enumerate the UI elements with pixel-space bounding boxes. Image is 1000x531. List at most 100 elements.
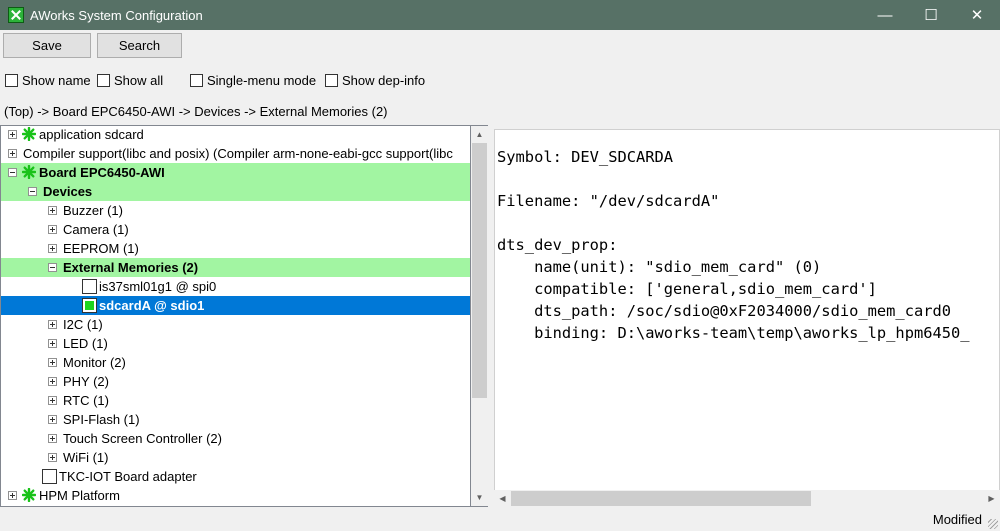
expand-plus-icon[interactable] xyxy=(8,130,17,139)
tree-row-label: Camera (1) xyxy=(63,222,129,237)
detail-line: compatible: ['general,sdio_mem_card'] xyxy=(497,280,877,298)
tree-row-label: Touch Screen Controller (2) xyxy=(63,431,222,446)
option-label: Single-menu mode xyxy=(207,72,317,88)
tree-row[interactable]: I2C (1) xyxy=(1,315,470,334)
scroll-up-arrow-icon[interactable]: ▲ xyxy=(471,126,488,143)
tree-row-label: is37sml01g1 @ spi0 xyxy=(99,279,217,294)
tree-row[interactable]: EEPROM (1) xyxy=(1,239,470,258)
expand-plus-icon[interactable] xyxy=(48,339,57,348)
detail-line xyxy=(497,168,970,190)
menu-star-icon xyxy=(21,164,37,180)
expand-plus-icon[interactable] xyxy=(48,396,57,405)
detail-line: Filename: "/dev/sdcardA" xyxy=(497,192,720,210)
expand-plus-icon[interactable] xyxy=(48,358,57,367)
tree-row[interactable]: Board EPC6450-AWI xyxy=(1,163,470,182)
resize-grip-icon[interactable] xyxy=(988,519,998,529)
details-horizontal-scrollbar[interactable]: ◀ ▶ xyxy=(494,490,1000,507)
expand-plus-icon[interactable] xyxy=(8,149,17,158)
option-label: Show all xyxy=(114,72,164,88)
search-button[interactable]: Search xyxy=(97,33,182,58)
checkbox-box[interactable] xyxy=(190,73,203,87)
expand-plus-icon[interactable] xyxy=(48,434,57,443)
tree-row[interactable]: Touch Screen Controller (2) xyxy=(1,429,470,448)
close-button[interactable]: ✕ xyxy=(954,0,1000,30)
show-name-checkbox[interactable]: Show name xyxy=(5,71,91,89)
checked-checkbox-icon[interactable] xyxy=(82,298,97,313)
maximize-button[interactable]: ☐ xyxy=(908,0,954,30)
status-text: Modified xyxy=(932,512,982,527)
scroll-left-arrow-icon[interactable]: ◀ xyxy=(494,490,511,507)
tree-row[interactable]: is37sml01g1 @ spi0 xyxy=(1,277,470,296)
checkbox-box[interactable] xyxy=(325,73,338,87)
option-label: Show dep-info xyxy=(342,72,426,88)
single-menu-mode-checkbox[interactable]: Single-menu mode xyxy=(190,71,316,89)
tree-row[interactable]: HPM Platform xyxy=(1,486,470,505)
tree-row[interactable]: TKC-IOT Board adapter xyxy=(1,467,470,486)
show-dep-info-checkbox[interactable]: Show dep-info xyxy=(325,71,425,89)
expand-plus-icon[interactable] xyxy=(48,377,57,386)
tree-row-label: Buzzer (1) xyxy=(63,203,123,218)
show-all-checkbox[interactable]: Show all xyxy=(97,71,163,89)
tree-row[interactable]: LED (1) xyxy=(1,334,470,353)
tree-row-label: Monitor (2) xyxy=(63,355,126,370)
detail-line xyxy=(497,212,970,234)
scroll-thumb[interactable] xyxy=(511,491,811,506)
checkbox-box[interactable] xyxy=(5,73,18,87)
symbol-details-pane[interactable]: Symbol: DEV_SDCARDA Filename: "/dev/sdca… xyxy=(494,129,1000,507)
tree-row[interactable]: Buzzer (1) xyxy=(1,201,470,220)
collapse-minus-icon[interactable] xyxy=(48,263,57,272)
tree-row-label: WiFi (1) xyxy=(63,450,109,465)
tree-row[interactable]: application sdcard xyxy=(1,126,470,144)
tree-row[interactable]: WiFi (1) xyxy=(1,448,470,467)
expand-plus-icon[interactable] xyxy=(48,415,57,424)
tree-row[interactable]: Monitor (2) xyxy=(1,353,470,372)
expand-plus-icon[interactable] xyxy=(48,206,57,215)
tree-row-label: External Memories (2) xyxy=(63,260,199,275)
scroll-right-arrow-icon[interactable]: ▶ xyxy=(983,490,1000,507)
scroll-thumb[interactable] xyxy=(472,143,487,398)
title-bar: AWorks System Configuration — ☐ ✕ xyxy=(0,0,1000,30)
collapse-minus-icon[interactable] xyxy=(8,168,17,177)
window-title: AWorks System Configuration xyxy=(30,7,203,23)
tree-row-label: application sdcard xyxy=(39,127,144,142)
checkbox-icon[interactable] xyxy=(42,469,57,484)
tree-row[interactable]: PHY (2) xyxy=(1,372,470,391)
tree-row-label: RTC (1) xyxy=(63,393,109,408)
menu-star-icon xyxy=(21,487,37,503)
detail-line: name(unit): "sdio_mem_card" (0) xyxy=(497,258,822,276)
minimize-button[interactable]: — xyxy=(862,0,908,30)
tree-vertical-scrollbar[interactable]: ▲ ▼ xyxy=(471,125,488,507)
scroll-down-arrow-icon[interactable]: ▼ xyxy=(471,489,488,506)
tree-row-label: EEPROM (1) xyxy=(63,241,139,256)
tree-row[interactable]: Camera (1) xyxy=(1,220,470,239)
detail-line: binding: D:\aworks-team\temp\aworks_lp_h… xyxy=(497,324,970,342)
expand-plus-icon[interactable] xyxy=(48,453,57,462)
detail-line: dts_dev_prop: xyxy=(497,236,618,254)
expand-plus-icon[interactable] xyxy=(48,244,57,253)
save-button[interactable]: Save xyxy=(3,33,91,58)
breadcrumb: (Top) -> Board EPC6450-AWI -> Devices ->… xyxy=(4,104,388,119)
tree-row[interactable]: External Memories (2) xyxy=(1,258,470,277)
detail-line: dts_path: /soc/sdio@0xF2034000/sdio_mem_… xyxy=(497,302,952,320)
expand-plus-icon[interactable] xyxy=(48,225,57,234)
option-label: Show name xyxy=(22,72,91,88)
expand-plus-icon[interactable] xyxy=(48,320,57,329)
view-options: Show name Show all Single-menu mode Show… xyxy=(0,71,1000,89)
checkbox-icon[interactable] xyxy=(82,279,97,294)
app-logo-icon xyxy=(8,7,24,23)
config-tree[interactable]: application sdcard Compiler support(libc … xyxy=(0,125,471,507)
tree-row[interactable]: Devices xyxy=(1,182,470,201)
window-controls: — ☐ ✕ xyxy=(862,0,1000,30)
checkbox-box[interactable] xyxy=(97,73,110,87)
expand-plus-icon[interactable] xyxy=(8,491,17,500)
tree-row[interactable]: Compiler support(libc and posix) (Compil… xyxy=(1,144,470,163)
tree-row[interactable]: SPI-Flash (1) xyxy=(1,410,470,429)
menu-star-icon xyxy=(21,126,37,142)
tree-row[interactable]: RTC (1) xyxy=(1,391,470,410)
tree-row[interactable]: sdcardA @ sdio1 xyxy=(1,296,470,315)
detail-line: Symbol: DEV_SDCARDA xyxy=(497,148,674,166)
collapse-minus-icon[interactable] xyxy=(28,187,37,196)
tree-row-label: I2C (1) xyxy=(63,317,103,332)
tree-row-label: PHY (2) xyxy=(63,374,109,389)
tree-row-label: Compiler support(libc and posix) (Compil… xyxy=(23,146,453,161)
